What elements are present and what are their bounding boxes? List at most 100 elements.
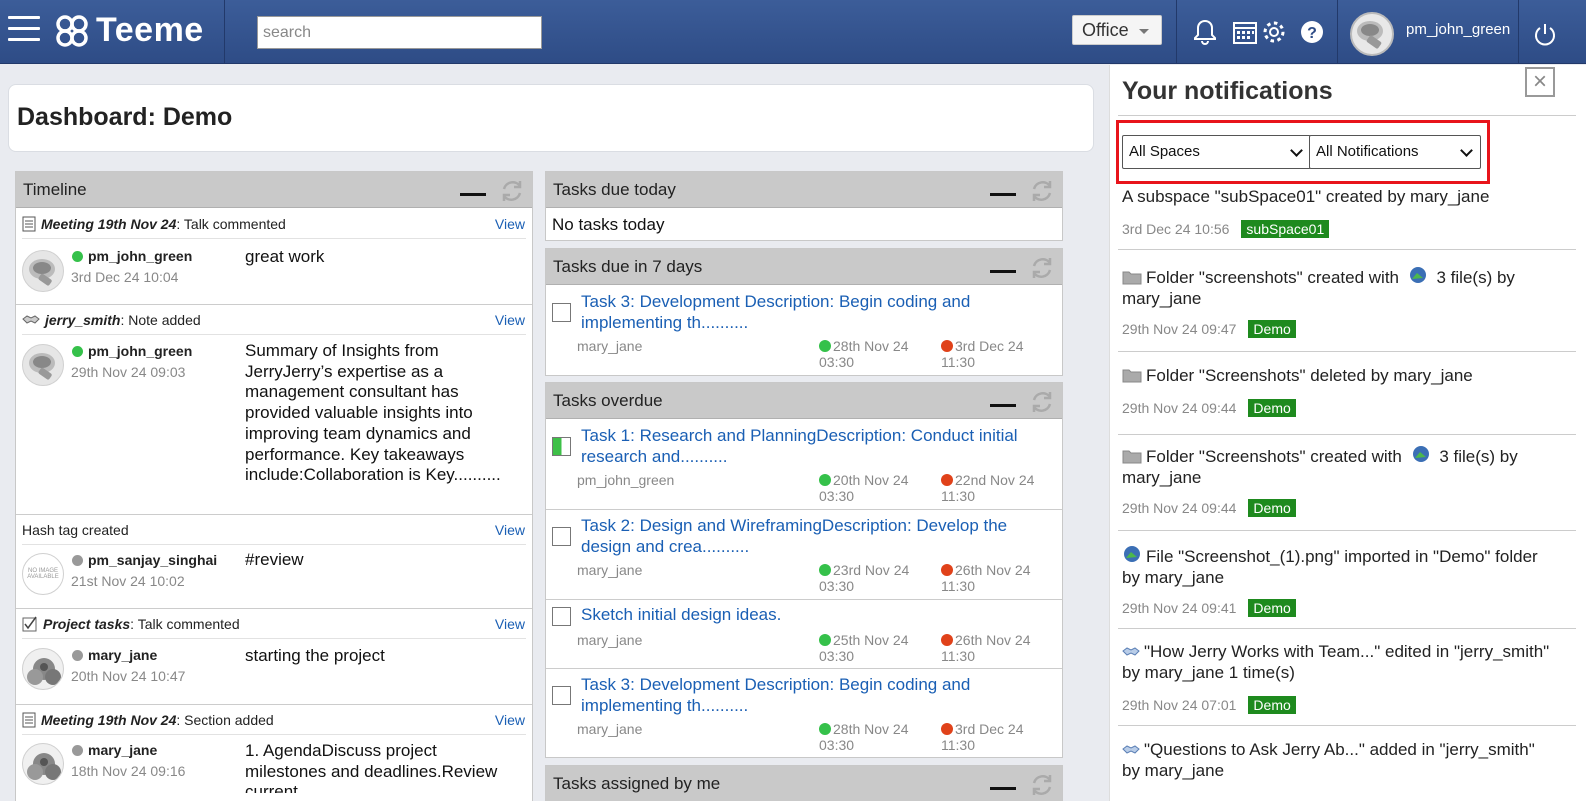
notification-text[interactable]: A subspace "subSpace01" created by mary_… xyxy=(1122,186,1552,207)
refresh-icon[interactable] xyxy=(1028,389,1056,415)
task-item: Task 1: Research and PlanningDescription… xyxy=(546,420,1062,510)
view-link[interactable]: View xyxy=(495,712,525,728)
header-divider xyxy=(224,0,225,64)
online-status-icon xyxy=(72,345,83,357)
offline-status-icon xyxy=(72,744,83,756)
end-dot-icon xyxy=(941,564,953,576)
page-title: Dashboard: Demo xyxy=(17,103,233,131)
minimize-icon[interactable] xyxy=(990,270,1016,273)
notification-item[interactable]: Folder "Screenshots" created with 3 file… xyxy=(1122,444,1552,488)
view-link[interactable]: View xyxy=(495,522,525,538)
start-dot-icon xyxy=(819,340,831,352)
user-avatar[interactable] xyxy=(1350,12,1394,56)
task-checkbox[interactable] xyxy=(552,527,571,546)
minimize-icon[interactable] xyxy=(990,404,1016,407)
minimize-icon[interactable] xyxy=(460,193,486,196)
end-dot-icon xyxy=(941,723,953,735)
view-link[interactable]: View xyxy=(495,312,525,328)
close-icon[interactable]: × xyxy=(1525,67,1555,97)
refresh-icon[interactable] xyxy=(1028,255,1056,281)
calendar-icon[interactable] xyxy=(1231,18,1259,46)
timeline-context[interactable]: Meeting 19th Nov 24 xyxy=(41,712,176,728)
task-progress-checkbox[interactable] xyxy=(552,437,571,456)
notification-meta: 29th Nov 24 09:41 Demo xyxy=(1122,599,1296,617)
notification-meta: 3rd Dec 24 10:56 subSpace01 xyxy=(1122,220,1330,238)
hamburger-menu-icon[interactable] xyxy=(8,16,40,44)
timeline-action: : Note added xyxy=(120,312,201,328)
task-start-date: 20th Nov 24 03:30 xyxy=(819,472,909,504)
tasks-due-7-days-panel: Tasks due in 7 days Task 3: Development … xyxy=(545,248,1063,376)
task-checkbox[interactable] xyxy=(552,607,571,626)
help-icon[interactable]: ? xyxy=(1298,18,1326,46)
task-checkbox[interactable] xyxy=(552,686,571,705)
handshake-icon xyxy=(1122,647,1140,656)
task-item: Sketch initial design ideas. mary_jane 2… xyxy=(546,600,1062,669)
panel-title: Tasks overdue xyxy=(553,391,663,410)
task-checkbox[interactable] xyxy=(552,303,571,322)
timeline-action: : Talk commented xyxy=(176,216,286,232)
power-icon[interactable] xyxy=(1531,20,1559,48)
view-link[interactable]: View xyxy=(495,216,525,232)
document-icon xyxy=(22,216,36,232)
refresh-icon[interactable] xyxy=(1028,772,1056,798)
task-link[interactable]: Task 2: Design and WireframingDescriptio… xyxy=(581,516,1041,557)
gear-icon[interactable] xyxy=(1260,18,1288,46)
notification-item[interactable]: Folder "screenshots" created with 3 file… xyxy=(1122,265,1552,309)
timeline-user[interactable]: pm_john_green xyxy=(72,248,192,264)
space-badge[interactable]: Demo xyxy=(1248,320,1296,338)
refresh-icon[interactable] xyxy=(1028,178,1056,204)
task-link[interactable]: Task 1: Research and PlanningDescription… xyxy=(581,426,1041,467)
space-badge[interactable]: subSpace01 xyxy=(1241,220,1330,238)
panel-title: Tasks due in 7 days xyxy=(553,257,703,276)
dashboard-title-card: Dashboard: Demo xyxy=(8,84,1094,152)
timeline-item: Hash tag created View NO IMAGE AVAILABLE… xyxy=(16,515,532,609)
notification-meta: 29th Nov 24 09:47 Demo xyxy=(1122,320,1296,338)
space-badge[interactable]: Demo xyxy=(1248,599,1296,617)
timeline-text: starting the project xyxy=(245,646,385,665)
app-logo[interactable]: Teeme xyxy=(54,11,204,50)
separator xyxy=(22,734,526,735)
notification-item[interactable]: "How Jerry Works with Team..." edited in… xyxy=(1122,641,1552,683)
timeline-context[interactable]: jerry_smith xyxy=(45,312,120,328)
separator xyxy=(22,638,526,639)
timeline-user[interactable]: mary_jane xyxy=(72,742,157,758)
view-link[interactable]: View xyxy=(495,616,525,632)
space-badge[interactable]: Demo xyxy=(1248,696,1296,714)
timeline-user[interactable]: pm_sanjay_singhai xyxy=(72,552,217,568)
search-input[interactable]: search xyxy=(257,16,542,49)
notification-type-select[interactable]: All Notifications xyxy=(1309,135,1481,169)
notification-item[interactable]: "Questions to Ask Jerry Ab..." added in … xyxy=(1122,739,1552,781)
office-select[interactable]: Office xyxy=(1072,15,1162,45)
timeline-context[interactable]: Meeting 19th Nov 24 xyxy=(41,216,176,232)
minimize-icon[interactable] xyxy=(990,193,1016,196)
task-assignee: mary_jane xyxy=(577,632,643,648)
minimize-icon[interactable] xyxy=(990,787,1016,790)
timeline-user[interactable]: pm_john_green xyxy=(72,343,192,359)
header-divider xyxy=(1518,0,1519,64)
chevron-down-icon xyxy=(1290,144,1303,157)
tasks-overdue-panel: Tasks overdue Task 1: Research and Plann… xyxy=(545,382,1063,758)
timeline-item: Project tasks: Talk commented View mary_… xyxy=(16,609,532,705)
timeline-context[interactable]: Project tasks xyxy=(43,616,130,632)
refresh-icon[interactable] xyxy=(498,178,526,204)
space-badge[interactable]: Demo xyxy=(1248,399,1296,417)
task-link[interactable]: Task 3: Development Description: Begin c… xyxy=(581,292,1041,333)
timeline-user[interactable]: mary_jane xyxy=(72,647,157,663)
panel-header: Tasks overdue xyxy=(546,383,1062,419)
bell-icon[interactable] xyxy=(1191,18,1219,46)
notification-item[interactable]: File "Screenshot_(1).png" imported in "D… xyxy=(1122,544,1552,588)
empty-message: No tasks today xyxy=(552,215,665,234)
notification-date: 29th Nov 24 09:47 xyxy=(1122,321,1237,337)
username[interactable]: pm_john_green xyxy=(1406,21,1510,38)
timeline-date: 18th Nov 24 09:16 xyxy=(71,763,186,779)
spaces-filter-select[interactable]: All Spaces xyxy=(1122,135,1311,169)
chevron-down-icon xyxy=(1460,144,1473,157)
task-item: Task 2: Design and WireframingDescriptio… xyxy=(546,510,1062,600)
timeline-item-header: jerry_smith: Note added xyxy=(22,312,201,328)
notification-item[interactable]: Folder "Screenshots" deleted by mary_jan… xyxy=(1122,365,1552,386)
task-link[interactable]: Sketch initial design ideas. xyxy=(581,605,1041,626)
space-badge[interactable]: Demo xyxy=(1248,499,1296,517)
timeline-item-header: Meeting 19th Nov 24: Talk commented xyxy=(22,216,286,232)
timeline-item: Meeting 19th Nov 24: Talk commented View… xyxy=(16,209,532,305)
task-link[interactable]: Task 3: Development Description: Begin c… xyxy=(581,675,1041,716)
